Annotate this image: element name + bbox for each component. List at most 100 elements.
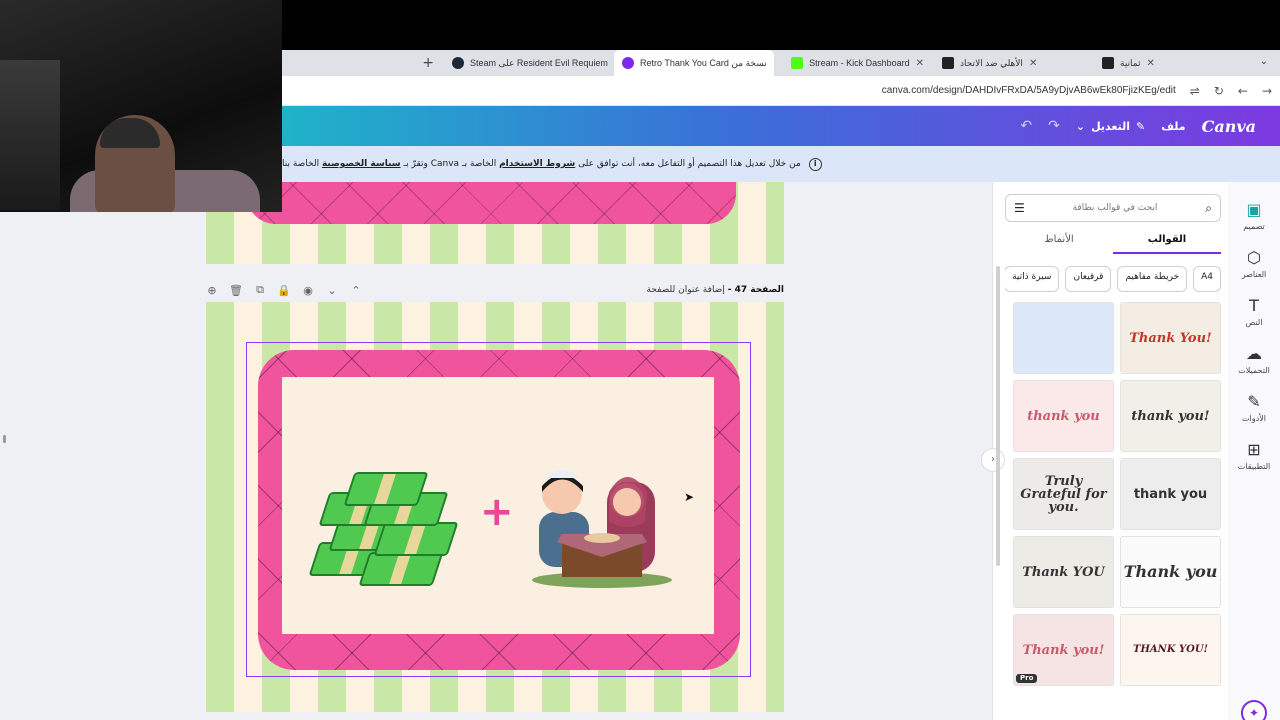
tab-favicon-icon [1102,57,1114,69]
template-title: thank you [1027,408,1100,424]
couple-illustration[interactable] [527,462,677,592]
chip-gergean[interactable]: قرقيعان [1065,266,1112,292]
tab-title: Stream - Kick Dashboard [809,58,910,68]
template-thumbnail[interactable] [1013,302,1114,374]
page-tool-icons: ⊕ 🗑 ⧉ 🔒 ◉ ⌄ ⌃ [206,283,362,297]
url-field[interactable]: canva.com/design/DAHDIvFRxDA/5A9yDjvAB6w… [882,85,1176,96]
browser-tab-bar: ⌄ ثمانية ✕ الأهلي ضد الاتحاد ✕ ✕ Stream … [282,50,1280,76]
canva-header: ↶ ↷ ⌄ التعديل ✎ ملف Canva [282,106,1280,146]
cream-card-panel[interactable]: + [282,377,714,634]
privacy-link[interactable]: سياسة الخصوصية [322,159,401,169]
chip-a4[interactable]: A4 [1193,266,1221,292]
lock-icon[interactable]: 🔒 [277,284,291,297]
edit-menu-button[interactable]: ⌄ التعديل ✎ [1076,120,1145,133]
rail-item-design[interactable]: ▣ تصميم [1228,200,1280,231]
filter-icon[interactable]: ☰ [1014,201,1025,215]
rail-item-tools[interactable]: ✎ الأدوات [1228,392,1280,423]
money-stack-image[interactable] [304,472,459,612]
collapse-panel-button[interactable]: › [981,448,1005,472]
browser-tab[interactable]: ✕ Stream - Kick Dashboard [774,50,934,76]
tab-styles[interactable]: الأنماط [1005,230,1113,254]
template-grid: Thank You! thank you thank you! Truly Gr… [1013,302,1223,686]
rail-label: النص [1245,318,1263,327]
chip-resume[interactable]: سيرة ذاتية [1005,266,1060,292]
browser-tab[interactable]: الأهلي ضد الاتحاد ✕ [934,50,1094,76]
rail-label: التحميلات [1238,366,1270,375]
site-settings-icon[interactable]: ⇌ [1190,84,1200,98]
top-black-strip [282,0,1280,50]
template-thumbnail[interactable]: Thank you [1120,536,1221,608]
tab-close-icon[interactable]: ✕ [916,58,924,69]
browser-tab-active[interactable]: نسخة من Retro Thank You Card ✕ [614,50,774,76]
template-title: Thank YOU [1022,564,1105,580]
reload-icon[interactable]: ↻ [1214,84,1224,98]
pink-wavy-frame[interactable] [246,182,736,224]
template-thumbnail[interactable]: Thank YOU [1013,536,1114,608]
previous-page[interactable] [206,182,784,264]
forward-icon[interactable]: → [1262,84,1272,98]
duplicate-icon[interactable]: ⧉ [254,283,266,296]
address-bar: canva.com/design/DAHDIvFRxDA/5A9yDjvAB6w… [282,76,1280,106]
rail-label: تصميم [1243,222,1265,231]
rail-item-apps[interactable]: ⊞ التطبيقات [1228,440,1280,471]
file-menu-button[interactable]: ملف [1161,120,1185,133]
panel-scrollbar[interactable] [996,266,1000,566]
template-thumbnail[interactable]: Truly Grateful for you. [1013,458,1114,530]
current-page[interactable]: + ➤ [206,302,784,712]
templates-panel: › ⌕ ابحث في قوالب بطاقة ☰ القوالب الأنما… [981,182,1228,720]
browser-tab[interactable]: Resident Evil Requiem على Steam ✕ [444,50,614,76]
page-title[interactable]: الصفحة 47 - إضافة عنوان للصفحة [647,285,784,295]
template-thumbnail[interactable]: thank you [1120,458,1221,530]
chip-mindmap[interactable]: خريطة مفاهيم [1117,266,1188,292]
search-icon[interactable]: ⌕ [1205,201,1212,216]
rail-item-elements[interactable]: ⬡ العناصر [1228,248,1280,279]
webcam-overlay [0,0,282,212]
terms-link[interactable]: شروط الاستخدام [499,159,575,169]
add-page-title[interactable]: إضافة عنوان للصفحة [647,285,725,295]
plus-sign-graphic[interactable]: + [480,489,514,535]
tab-close-icon[interactable]: ✕ [1029,58,1037,69]
template-title: Truly Grateful for you. [1020,473,1107,515]
tab-title: Resident Evil Requiem على Steam [470,57,608,68]
magic-sparkle-icon[interactable]: ✦ [1241,700,1267,720]
notice-middle: الخاصة بـ Canva وتقرّ بـ [403,159,497,169]
hide-icon[interactable]: ◉ [302,284,314,297]
template-title: Thank You! [1129,330,1212,346]
cloud-upload-icon: ☁ [1246,344,1262,363]
template-thumbnail[interactable]: THANK YOU! [1120,614,1221,686]
template-thumbnail[interactable]: Thank You! [1120,302,1221,374]
notice-text: من خلال تعديل هذا التصميم أو التفاعل معه… [282,159,801,169]
tab-close-icon[interactable]: ✕ [1147,58,1155,69]
template-title: thank you [1133,486,1208,502]
resize-handle[interactable] [3,435,6,443]
back-icon[interactable]: ← [1238,84,1248,98]
tab-templates[interactable]: القوالب [1113,230,1221,254]
rail-label: الأدوات [1242,414,1266,423]
editor-canvas-area[interactable]: ⊕ 🗑 ⧉ 🔒 ◉ ⌄ ⌃ الصفحة 47 - إضافة عنوان لل… [0,182,992,720]
edit-label: التعديل [1091,119,1130,133]
template-search-input[interactable]: ⌕ ابحث في قوالب بطاقة ☰ [1005,194,1221,222]
chevron-up-icon[interactable]: ⌃ [350,284,362,297]
tab-search-icon[interactable]: ⌄ [1260,56,1268,67]
canva-logo[interactable]: Canva [1202,117,1256,136]
template-thumbnail[interactable]: thank you! [1120,380,1221,452]
template-title: thank you! [1131,408,1210,424]
rail-item-uploads[interactable]: ☁ التحميلات [1228,344,1280,375]
text-icon: T [1249,296,1259,315]
chevron-down-icon[interactable]: ⌄ [326,284,338,297]
terms-notice: i من خلال تعديل هذا التصميم أو التفاعل م… [282,146,1280,182]
rail-label: التطبيقات [1237,462,1271,471]
add-page-icon[interactable]: ⊕ [206,284,218,297]
template-title: Thank you! [1022,642,1105,658]
new-tab-button[interactable]: + [422,55,434,71]
template-title: Thank you [1123,562,1218,581]
redo-button[interactable]: ↷ [1048,118,1060,134]
browser-tab[interactable]: ثمانية ✕ [1094,50,1254,76]
template-thumbnail[interactable]: Thank you! Pro [1013,614,1114,686]
undo-button[interactable]: ↶ [1020,118,1032,134]
trash-icon[interactable]: 🗑 [229,284,243,297]
pro-badge: Pro [1016,674,1038,683]
rail-item-text[interactable]: T النص [1228,296,1280,327]
template-thumbnail[interactable]: thank you [1013,380,1114,452]
pencil-icon: ✎ [1135,119,1146,133]
